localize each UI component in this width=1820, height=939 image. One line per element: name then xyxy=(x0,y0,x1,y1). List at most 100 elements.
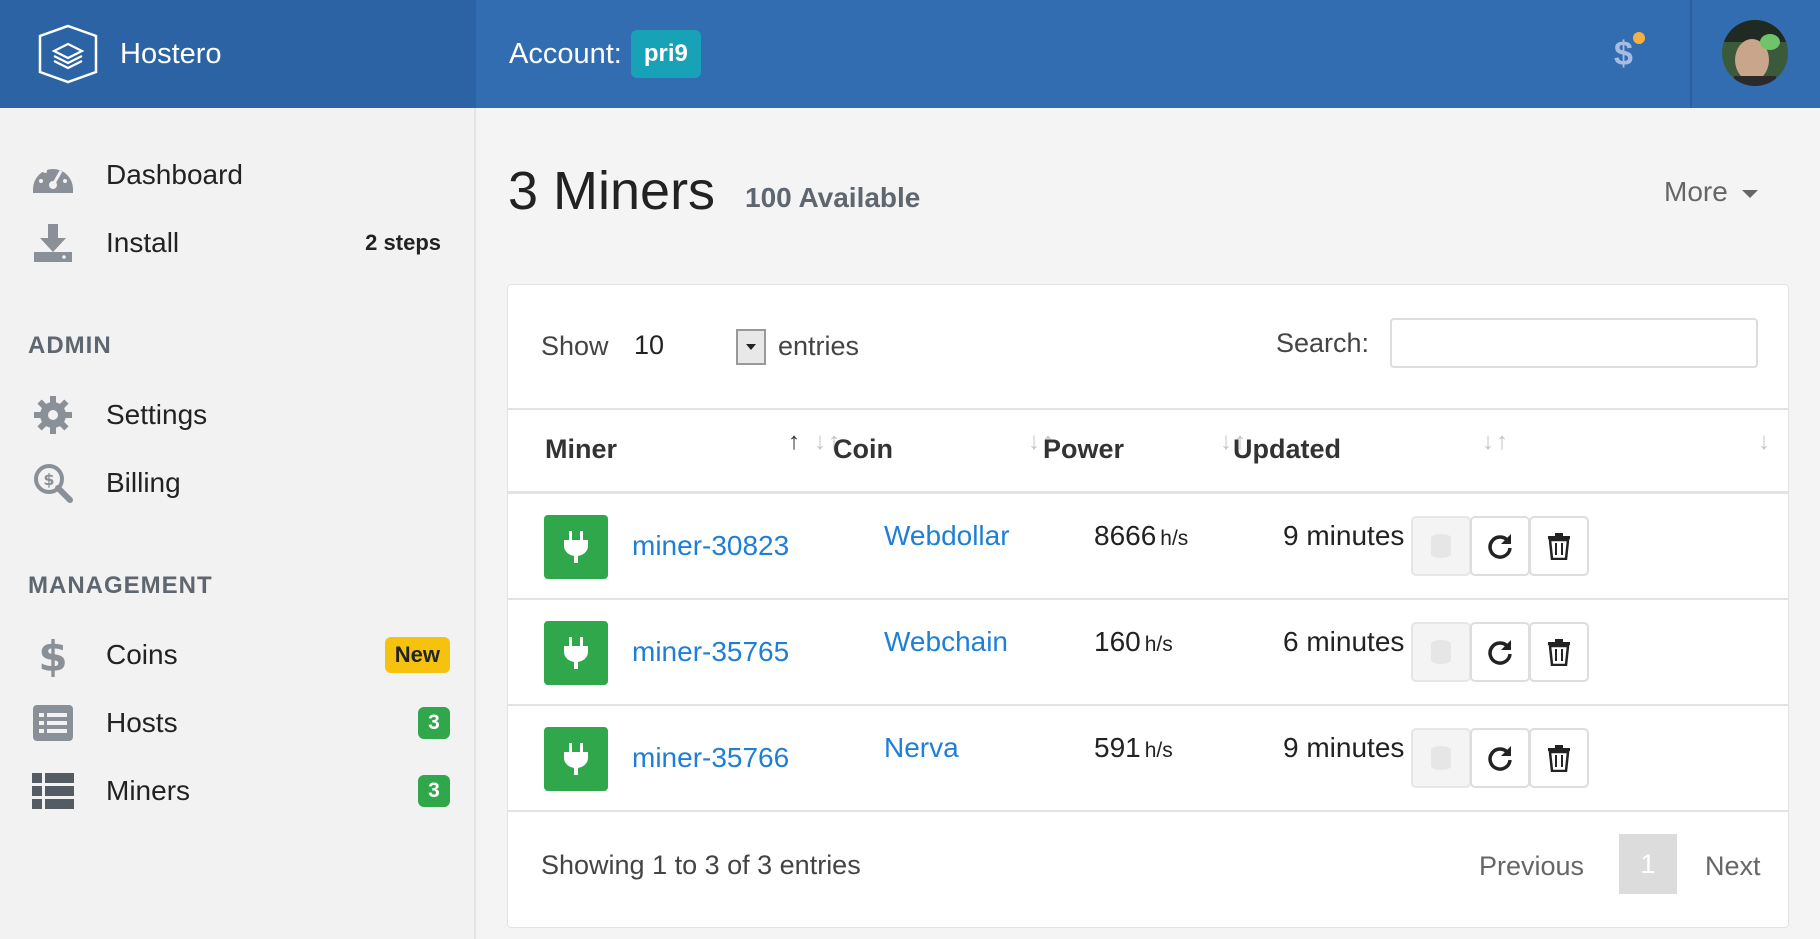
database-icon xyxy=(1431,640,1451,664)
delete-button[interactable] xyxy=(1529,622,1589,682)
sidebar-item-settings[interactable]: Settings xyxy=(0,386,476,444)
database-icon xyxy=(1431,534,1451,558)
sort-icon[interactable]: ↓ xyxy=(1758,428,1772,456)
server-list-icon xyxy=(30,768,76,814)
sidebar-item-label: Coins xyxy=(106,639,178,670)
miners-table-card: Show 10 entries Search: Miner ↑ ↓↑ Coin ↓… xyxy=(507,284,1789,928)
account-label: Account: xyxy=(509,37,622,70)
sidebar-item-label: Dashboard xyxy=(106,159,243,190)
restart-button[interactable] xyxy=(1470,728,1530,788)
install-steps-count: 2 steps xyxy=(365,230,441,255)
section-title-management: MANAGEMENT xyxy=(28,572,213,599)
sort-icon[interactable]: ↓↑ xyxy=(1482,428,1510,456)
table-row: miner-35765 Webchain 160 h/s 6 minutes ag… xyxy=(508,600,1788,706)
account-badge[interactable]: pri9 xyxy=(630,30,701,78)
select-arrow-icon xyxy=(736,329,766,365)
power-unit: h/s xyxy=(1144,633,1173,656)
table-row: miner-35766 Nerva 591 h/s 9 minutes ago xyxy=(508,706,1788,812)
search-input[interactable] xyxy=(1390,318,1758,368)
sidebar-item-billing[interactable]: $ Billing xyxy=(0,454,476,512)
power-number: 591 xyxy=(1094,732,1141,763)
database-button[interactable] xyxy=(1411,728,1471,788)
brand-name: Hostero xyxy=(120,37,222,70)
page-length-value: 10 xyxy=(634,329,665,360)
column-header-coin[interactable]: Coin xyxy=(833,434,893,465)
sidebar-item-miners[interactable]: Miners 3 xyxy=(0,762,476,820)
table-info: Showing 1 to 3 of 3 entries xyxy=(541,850,861,880)
redo-icon xyxy=(1488,534,1512,559)
power-value: 160 h/s xyxy=(1094,626,1173,658)
sidebar-item-hosts[interactable]: Hosts 3 xyxy=(0,694,476,752)
delete-button[interactable] xyxy=(1529,728,1589,788)
pagination-next[interactable]: Next xyxy=(1705,851,1761,882)
column-header-power[interactable]: Power xyxy=(1043,434,1124,465)
column-header-updated[interactable]: Updated xyxy=(1233,434,1341,465)
sidebar-item-install[interactable]: Install 2 steps xyxy=(0,214,476,272)
database-button[interactable] xyxy=(1411,622,1471,682)
entries-label: entries xyxy=(778,331,860,361)
sidebar-item-label: Hosts xyxy=(106,707,178,738)
section-title-admin: ADMIN xyxy=(28,332,112,359)
layers-logo-icon xyxy=(38,24,98,84)
table-row: miner-30823 Webdollar 8666 h/s 9 minutes … xyxy=(508,494,1788,600)
plug-icon xyxy=(544,727,608,791)
list-icon xyxy=(30,700,76,746)
gear-icon xyxy=(30,392,76,438)
column-header-miner[interactable]: Miner xyxy=(545,434,617,465)
miner-link[interactable]: miner-35766 xyxy=(632,742,789,774)
power-number: 8666 xyxy=(1094,520,1157,551)
coin-link[interactable]: Webdollar xyxy=(884,520,1010,552)
restart-button[interactable] xyxy=(1470,622,1530,682)
search-label: Search: xyxy=(1276,328,1370,358)
sidebar-item-label: Miners xyxy=(106,775,191,806)
dollar-icon: $ xyxy=(1614,35,1633,73)
available-count: 100 Available xyxy=(745,182,921,213)
sidebar: Dashboard Install 2 steps ADMIN Settings… xyxy=(0,108,476,939)
power-value: 8666 h/s xyxy=(1094,520,1188,552)
plug-icon xyxy=(544,621,608,685)
top-bar: Account: pri9 $ xyxy=(476,0,1820,108)
caret-down-icon xyxy=(1741,190,1758,198)
redo-icon xyxy=(1488,640,1512,665)
billing-dollar-button[interactable]: $ xyxy=(1598,24,1658,84)
sidebar-item-label: Billing xyxy=(106,467,181,498)
miner-link[interactable]: miner-35765 xyxy=(632,636,789,668)
new-badge: New xyxy=(384,637,450,673)
page-title: 3 Miners xyxy=(508,161,716,221)
trash-icon xyxy=(1548,745,1570,772)
database-icon xyxy=(1431,746,1451,770)
redo-icon xyxy=(1488,746,1512,771)
pagination-previous[interactable]: Previous xyxy=(1479,851,1584,882)
more-dropdown-button[interactable]: More xyxy=(1664,176,1758,208)
svg-text:$: $ xyxy=(38,633,67,677)
power-value: 591 h/s xyxy=(1094,732,1173,764)
sidebar-item-label: Settings xyxy=(106,399,208,430)
miner-link[interactable]: miner-30823 xyxy=(632,530,789,562)
power-unit: h/s xyxy=(1160,527,1189,550)
coin-link[interactable]: Webchain xyxy=(884,626,1008,658)
show-label: Show xyxy=(541,331,609,361)
sidebar-item-label: Install xyxy=(106,227,180,258)
table-header: Miner ↑ ↓↑ Coin ↓↑ Power ↓↑ Updated ↓↑ ↓ xyxy=(508,408,1788,494)
avatar[interactable] xyxy=(1722,20,1788,86)
dashboard-gauge-icon xyxy=(30,152,76,198)
database-button[interactable] xyxy=(1411,516,1471,576)
page-length-select[interactable]: 10 xyxy=(626,325,766,365)
download-icon xyxy=(30,220,76,266)
avatar-image xyxy=(1722,20,1788,86)
sidebar-item-dashboard[interactable]: Dashboard xyxy=(0,146,476,204)
dollar-icon: $ xyxy=(30,632,76,678)
coin-link[interactable]: Nerva xyxy=(884,732,959,764)
notification-dot xyxy=(1633,32,1645,44)
sidebar-item-coins[interactable]: $ Coins New xyxy=(0,626,476,684)
restart-button[interactable] xyxy=(1470,516,1530,576)
pagination-page-1[interactable]: 1 xyxy=(1619,834,1677,894)
brand-header[interactable]: Hostero xyxy=(0,0,476,108)
search-dollar-icon: $ xyxy=(30,460,76,506)
topbar-divider xyxy=(1690,0,1692,108)
miners-count-badge: 3 xyxy=(418,775,450,807)
hosts-count-badge: 3 xyxy=(418,707,450,739)
svg-text:$: $ xyxy=(43,470,54,489)
trash-icon xyxy=(1548,639,1570,666)
delete-button[interactable] xyxy=(1529,516,1589,576)
